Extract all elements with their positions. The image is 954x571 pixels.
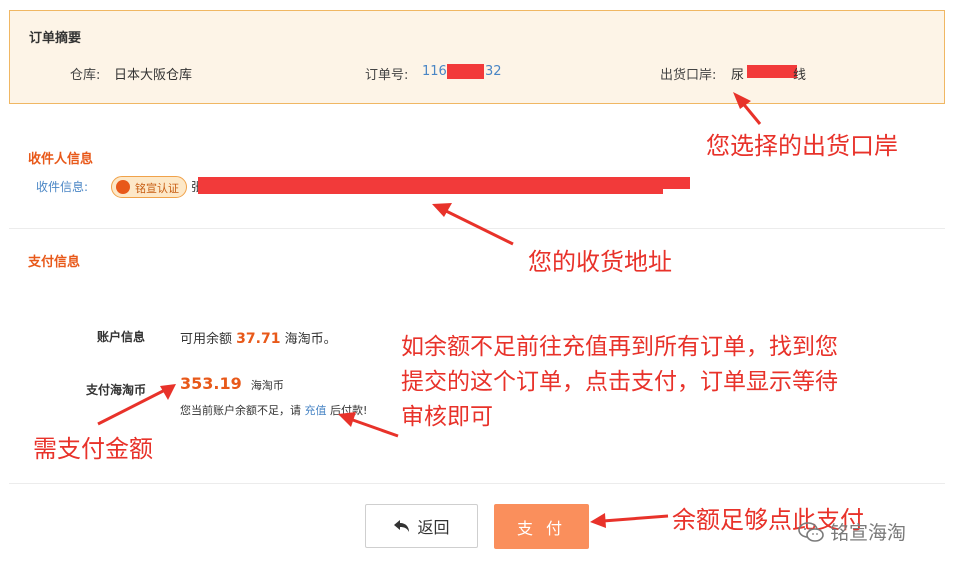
- annotation-instruction-2: 提交的这个订单，点击支付，订单显示等待: [401, 369, 838, 395]
- arrow-recharge: [349, 417, 399, 438]
- arrow-pay: [602, 514, 669, 523]
- annotation-arrows: [97, 92, 762, 528]
- arrow-amount: [97, 388, 166, 426]
- watermark-label: 铭宣海淘: [830, 522, 907, 544]
- annotation-instruction-1: 如余额不足前往充值再到所有订单，找到您: [401, 334, 838, 360]
- arrow-address: [443, 208, 514, 246]
- watermark: 铭宣海淘: [798, 518, 906, 545]
- annotation-amount: 需支付金额: [33, 435, 153, 463]
- wechat-icon: [798, 521, 824, 542]
- annotation-address: 您的收货地址: [528, 248, 672, 276]
- annotation-port: 您选择的出货口岸: [706, 132, 898, 160]
- annotation-instruction-3: 审核即可: [401, 404, 493, 430]
